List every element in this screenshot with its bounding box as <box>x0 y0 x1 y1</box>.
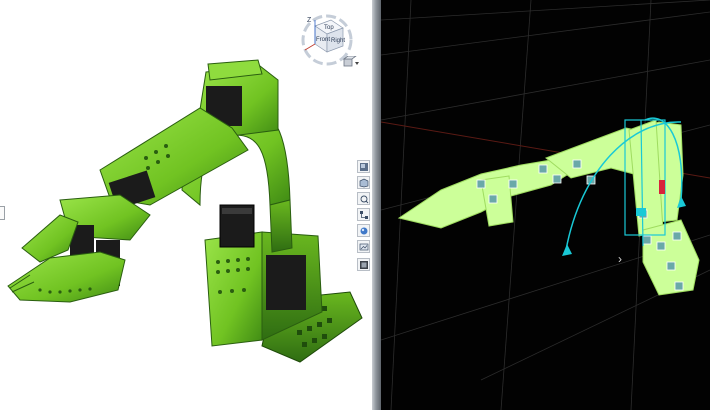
fit-view-button[interactable] <box>357 192 370 205</box>
chevron-right-icon[interactable]: › <box>618 253 622 265</box>
home-view-icon[interactable] <box>342 56 360 68</box>
axis-x-line <box>304 43 316 51</box>
appearance-button[interactable] <box>357 224 370 237</box>
gripper-finger-lower <box>7 251 126 303</box>
base-block-front <box>204 231 263 347</box>
view-cube-front-label: Front <box>316 37 330 43</box>
view-cube-right-label: Right <box>331 38 345 44</box>
render-button[interactable] <box>357 258 370 271</box>
chevron-down-icon <box>355 62 359 65</box>
gizmo-handle[interactable] <box>636 208 646 216</box>
shoulder-motor-top <box>222 208 252 214</box>
appearance-icon <box>360 227 368 235</box>
robot-arm-model-rig[interactable] <box>381 0 710 410</box>
scene-button[interactable] <box>357 240 370 253</box>
hierarchy-icon <box>360 211 368 219</box>
base-servo-motor <box>266 255 306 310</box>
view-cube-axis-z: Z <box>307 17 312 24</box>
highlighted-robot <box>397 119 700 296</box>
scene-icon <box>359 243 369 251</box>
split-view-divider[interactable] <box>372 0 381 410</box>
render-icon <box>360 261 368 269</box>
gripper-finger-upper <box>21 214 79 263</box>
upper-arm-right-leg <box>269 199 293 253</box>
cad-viewport[interactable]: Top Front Right Z <box>0 0 372 410</box>
view-cube-top-label: Top <box>324 25 334 31</box>
simulation-viewport[interactable]: › <box>381 0 710 410</box>
section-view-button[interactable] <box>357 176 370 189</box>
shaded-display-icon <box>360 163 368 171</box>
fit-view-icon <box>360 195 369 204</box>
rotation-arrow-start-icon[interactable] <box>562 244 572 256</box>
shaded-display-button[interactable] <box>357 160 370 173</box>
section-view-icon <box>359 178 369 188</box>
red-axis-marker <box>659 180 665 194</box>
hierarchy-button[interactable] <box>357 208 370 221</box>
panel-collapse-tab[interactable] <box>0 206 5 220</box>
